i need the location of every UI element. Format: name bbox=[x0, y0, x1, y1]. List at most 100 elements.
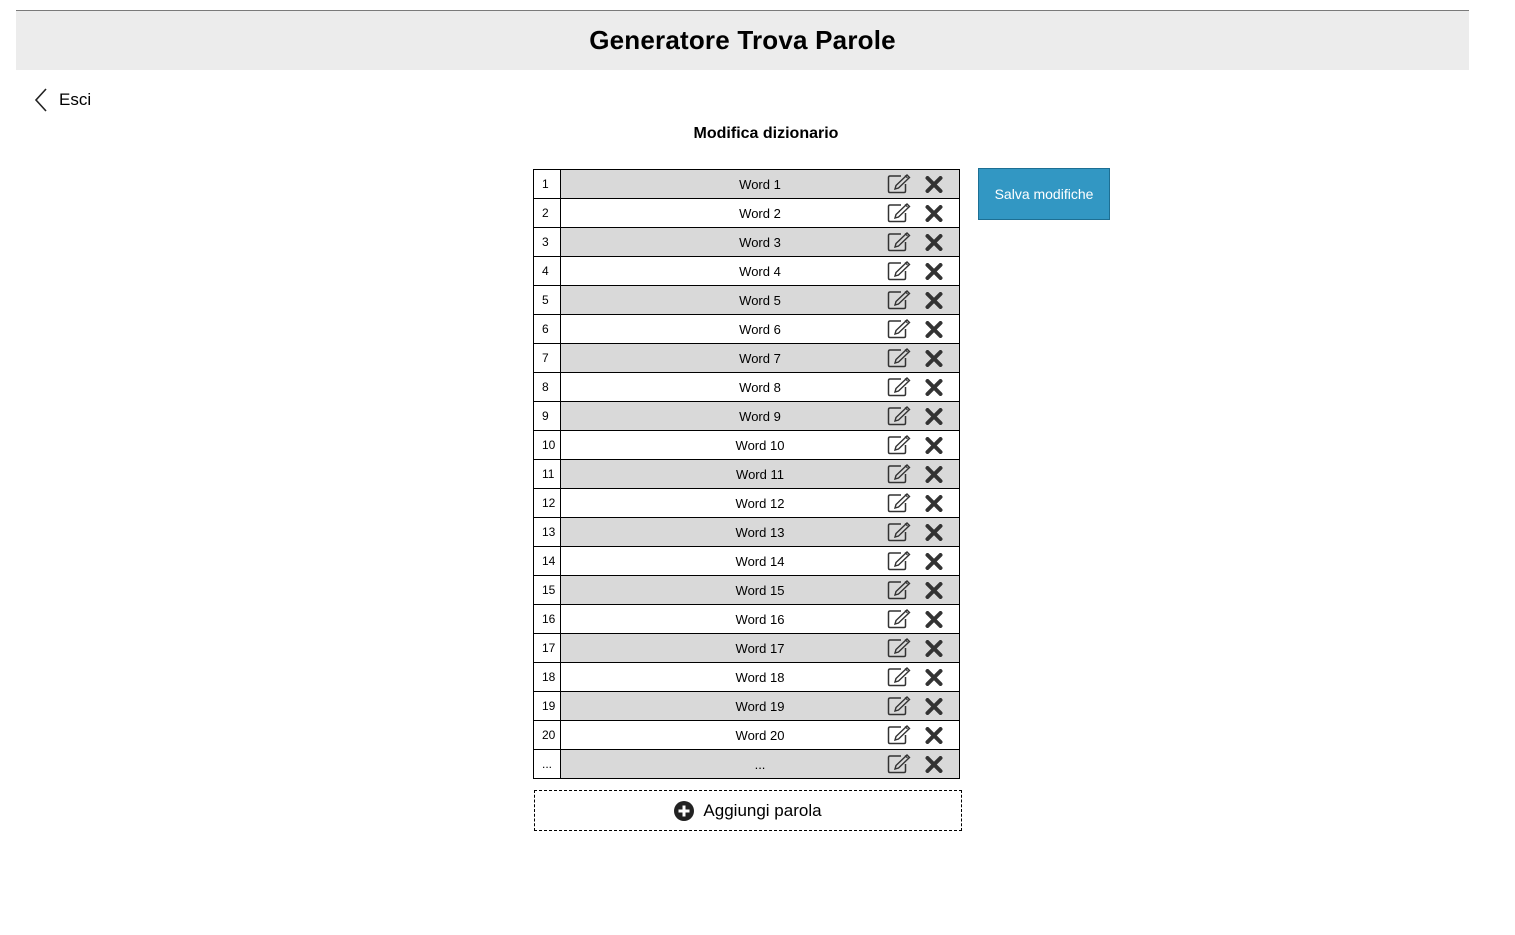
row-number: 16 bbox=[534, 605, 561, 633]
delete-icon[interactable] bbox=[925, 640, 943, 662]
table-row: 16 Word 16 bbox=[534, 605, 959, 634]
table-row: 13 Word 13 bbox=[534, 518, 959, 547]
table-row: 14 Word 14 bbox=[534, 547, 959, 576]
delete-icon[interactable] bbox=[925, 553, 943, 575]
delete-icon[interactable] bbox=[925, 524, 943, 546]
word-cell: Word 13 bbox=[561, 518, 959, 546]
row-number: 7 bbox=[534, 344, 561, 372]
row-number: 10 bbox=[534, 431, 561, 459]
app-header: Generatore Trova Parole bbox=[16, 10, 1469, 70]
edit-icon[interactable] bbox=[887, 406, 913, 431]
table-row: 18 Word 18 bbox=[534, 663, 959, 692]
edit-icon[interactable] bbox=[887, 754, 913, 779]
row-number: 17 bbox=[534, 634, 561, 662]
word-cell: ... bbox=[561, 750, 959, 778]
delete-icon[interactable] bbox=[925, 205, 943, 227]
table-row: 2 Word 2 bbox=[534, 199, 959, 228]
delete-icon[interactable] bbox=[925, 350, 943, 372]
row-number: 3 bbox=[534, 228, 561, 256]
delete-icon[interactable] bbox=[925, 263, 943, 285]
dictionary-table: 1 Word 1 2 Word 2 3 Word 3 4 Word 4 5 Word 5 6 Word… bbox=[533, 169, 960, 779]
edit-icon[interactable] bbox=[887, 638, 913, 663]
delete-icon[interactable] bbox=[925, 669, 943, 691]
add-word-button[interactable]: Aggiungi parola bbox=[534, 790, 962, 831]
edit-icon[interactable] bbox=[887, 493, 913, 518]
chevron-left-icon bbox=[34, 88, 47, 112]
delete-icon[interactable] bbox=[925, 727, 943, 749]
row-number: 18 bbox=[534, 663, 561, 691]
row-number: 8 bbox=[534, 373, 561, 401]
edit-icon[interactable] bbox=[887, 348, 913, 373]
edit-icon[interactable] bbox=[887, 261, 913, 286]
delete-icon[interactable] bbox=[925, 379, 943, 401]
word-cell: Word 17 bbox=[561, 634, 959, 662]
table-row: 17 Word 17 bbox=[534, 634, 959, 663]
edit-icon[interactable] bbox=[887, 232, 913, 257]
edit-icon[interactable] bbox=[887, 319, 913, 344]
delete-icon[interactable] bbox=[925, 234, 943, 256]
edit-icon[interactable] bbox=[887, 551, 913, 576]
word-cell: Word 19 bbox=[561, 692, 959, 720]
table-row: 19 Word 19 bbox=[534, 692, 959, 721]
edit-icon[interactable] bbox=[887, 522, 913, 547]
edit-icon[interactable] bbox=[887, 377, 913, 402]
row-number: 11 bbox=[534, 460, 561, 488]
table-row: 7 Word 7 bbox=[534, 344, 959, 373]
edit-icon[interactable] bbox=[887, 174, 913, 199]
delete-icon[interactable] bbox=[925, 466, 943, 488]
edit-icon[interactable] bbox=[887, 696, 913, 721]
word-cell: Word 4 bbox=[561, 257, 959, 285]
word-cell: Word 18 bbox=[561, 663, 959, 691]
delete-icon[interactable] bbox=[925, 408, 943, 430]
edit-icon[interactable] bbox=[887, 580, 913, 605]
table-row: 4 Word 4 bbox=[534, 257, 959, 286]
edit-icon[interactable] bbox=[887, 464, 913, 489]
row-number: 14 bbox=[534, 547, 561, 575]
word-cell: Word 6 bbox=[561, 315, 959, 343]
exit-link[interactable]: Esci bbox=[33, 87, 91, 113]
delete-icon[interactable] bbox=[925, 611, 943, 633]
delete-icon[interactable] bbox=[925, 176, 943, 198]
row-number: 2 bbox=[534, 199, 561, 227]
table-row: ...... bbox=[534, 750, 959, 779]
table-row: 8 Word 8 bbox=[534, 373, 959, 402]
table-row: 20 Word 20 bbox=[534, 721, 959, 750]
exit-label: Esci bbox=[59, 90, 92, 109]
plus-circle-icon bbox=[674, 800, 695, 821]
row-number: ... bbox=[534, 750, 561, 778]
edit-icon[interactable] bbox=[887, 609, 913, 634]
row-number: 6 bbox=[534, 315, 561, 343]
delete-icon[interactable] bbox=[925, 495, 943, 517]
row-number: 12 bbox=[534, 489, 561, 517]
table-row: 6 Word 6 bbox=[534, 315, 959, 344]
row-number: 5 bbox=[534, 286, 561, 314]
edit-icon[interactable] bbox=[887, 435, 913, 460]
word-cell: Word 2 bbox=[561, 199, 959, 227]
add-word-label: Aggiungi parola bbox=[703, 800, 822, 820]
table-row: 9 Word 9 bbox=[534, 402, 959, 431]
row-number: 20 bbox=[534, 721, 561, 749]
table-row: 3 Word 3 bbox=[534, 228, 959, 257]
delete-icon[interactable] bbox=[925, 756, 943, 778]
word-cell: Word 10 bbox=[561, 431, 959, 459]
word-cell: Word 7 bbox=[561, 344, 959, 372]
save-changes-button[interactable]: Salva modifiche bbox=[978, 168, 1110, 220]
edit-icon[interactable] bbox=[887, 290, 913, 315]
row-number: 13 bbox=[534, 518, 561, 546]
word-cell: Word 9 bbox=[561, 402, 959, 430]
word-cell: Word 12 bbox=[561, 489, 959, 517]
table-row: 11 Word 11 bbox=[534, 460, 959, 489]
edit-icon[interactable] bbox=[887, 725, 913, 750]
delete-icon[interactable] bbox=[925, 698, 943, 720]
delete-icon[interactable] bbox=[925, 437, 943, 459]
edit-icon[interactable] bbox=[887, 203, 913, 228]
edit-icon[interactable] bbox=[887, 667, 913, 692]
word-cell: Word 11 bbox=[561, 460, 959, 488]
table-row: 10 Word 10 bbox=[534, 431, 959, 460]
row-number: 9 bbox=[534, 402, 561, 430]
delete-icon[interactable] bbox=[925, 292, 943, 314]
page-subtitle: Modifica dizionario bbox=[693, 125, 839, 142]
delete-icon[interactable] bbox=[925, 582, 943, 604]
delete-icon[interactable] bbox=[925, 321, 943, 343]
table-row: 5 Word 5 bbox=[534, 286, 959, 315]
